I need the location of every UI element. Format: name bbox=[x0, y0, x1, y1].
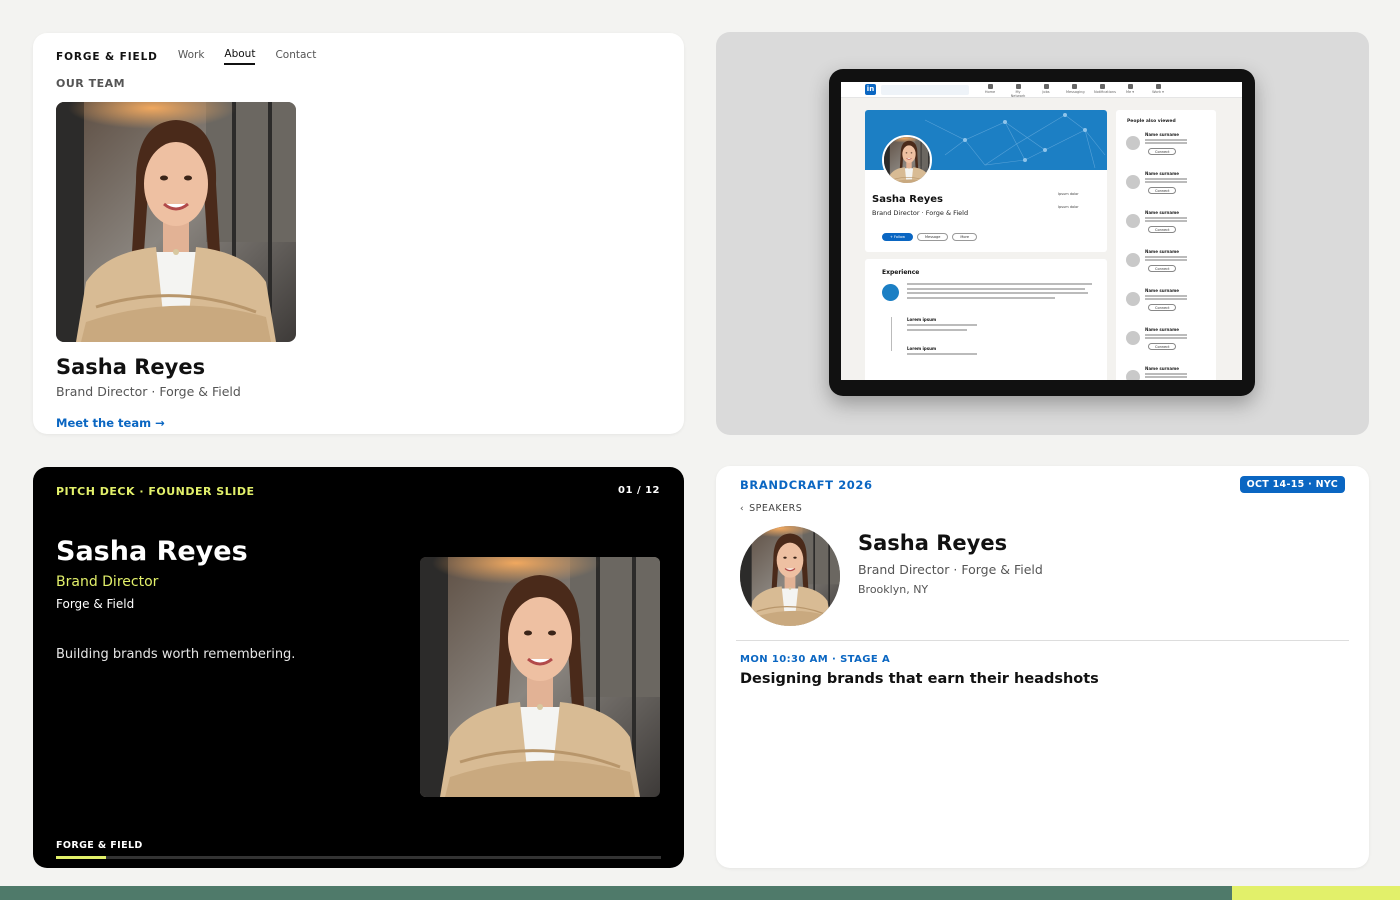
connect-button[interactable]: Connect bbox=[1148, 343, 1177, 350]
nav-work[interactable]: Work bbox=[178, 49, 205, 64]
person-suggestion[interactable]: Name surname Connect bbox=[1126, 327, 1211, 357]
team-page-card: FORGE & FIELD Work About Contact OUR TEA… bbox=[33, 33, 684, 434]
speaker-page-card: BRANDCRAFT 2026 OCT 14-15 · NYC ‹ SPEAKER… bbox=[716, 466, 1369, 868]
deck-footer: FORGE & FIELD bbox=[56, 840, 143, 851]
founder-org: Forge & Field bbox=[56, 597, 135, 611]
profile-headline: Brand Director · Forge & Field bbox=[872, 209, 969, 217]
nav-messaging[interactable]: Messaging bbox=[1066, 84, 1085, 98]
people-also-viewed: People also viewed Name surname Connect N… bbox=[1116, 110, 1216, 380]
session-meta: MON 10:30 AM · STAGE A bbox=[740, 654, 891, 665]
search-input[interactable] bbox=[881, 85, 969, 95]
date-badge: OCT 14-15 · NYC bbox=[1239, 476, 1345, 493]
nav-work[interactable]: Work ▾ bbox=[1150, 84, 1166, 98]
meet-team-link[interactable]: Meet the team → bbox=[56, 416, 165, 430]
deck-eyebrow: PITCH DECK · FOUNDER SLIDE bbox=[56, 485, 255, 498]
connect-button[interactable]: Connect bbox=[1148, 187, 1177, 194]
nav-my-network[interactable]: My Network bbox=[1010, 84, 1026, 98]
tagline: Building brands worth remembering. bbox=[56, 647, 296, 662]
linkedin-topbar: in Home My Network Jobs Messaging Notifi… bbox=[841, 82, 1242, 98]
globe-icon bbox=[882, 284, 899, 301]
text-line bbox=[907, 353, 977, 355]
nav-home[interactable]: Home bbox=[982, 84, 998, 98]
person-suggestion[interactable]: Name surname Connect bbox=[1126, 210, 1211, 240]
person-name: Sasha Reyes bbox=[56, 355, 206, 379]
chevron-left-icon: ‹ bbox=[740, 504, 745, 514]
more-button[interactable]: More bbox=[952, 233, 978, 241]
nav-about[interactable]: About bbox=[224, 48, 256, 65]
connect-button[interactable]: Connect bbox=[1148, 226, 1177, 233]
pitch-deck-card: PITCH DECK · FOUNDER SLIDE 01 / 12 Sasha… bbox=[33, 467, 684, 868]
connect-button[interactable]: Connect bbox=[1148, 304, 1177, 311]
profile-avatar[interactable] bbox=[882, 135, 932, 185]
person-suggestion[interactable]: Name surname Connect bbox=[1126, 288, 1211, 318]
divider bbox=[736, 640, 1349, 641]
profile-side-text: Ipsum dolor bbox=[1058, 192, 1079, 196]
experience-title: Experience bbox=[882, 269, 920, 276]
headshot-photo bbox=[56, 102, 296, 342]
founder-photo bbox=[420, 557, 660, 797]
person-suggestion[interactable]: Name surname Connect bbox=[1126, 249, 1211, 279]
back-to-speakers[interactable]: ‹ SPEAKERS bbox=[740, 503, 802, 514]
text-line bbox=[907, 324, 977, 326]
tablet-device: in Home My Network Jobs Messaging Notifi… bbox=[829, 69, 1255, 396]
connect-button[interactable]: Connect bbox=[1148, 148, 1177, 155]
deck-progress-track bbox=[56, 856, 661, 859]
message-button[interactable]: Message bbox=[917, 233, 949, 241]
nav-notifications[interactable]: Notifications bbox=[1094, 84, 1116, 98]
tablet-screen: in Home My Network Jobs Messaging Notifi… bbox=[841, 82, 1242, 380]
follow-button[interactable]: + Follow bbox=[882, 233, 914, 241]
profile-side-text: Ipsum dolor bbox=[1058, 205, 1079, 209]
back-label: SPEAKERS bbox=[749, 503, 803, 514]
experience-card: Experience Lorem ipsum Lorem ipsum bbox=[865, 259, 1107, 380]
timeline-line bbox=[891, 317, 892, 351]
site-nav: FORGE & FIELD Work About Contact bbox=[56, 48, 336, 65]
linkedin-tablet-card: in Home My Network Jobs Messaging Notifi… bbox=[716, 32, 1369, 435]
brand-logo[interactable]: FORGE & FIELD bbox=[56, 51, 158, 63]
founder-name: Sasha Reyes bbox=[56, 536, 248, 567]
experience-text bbox=[907, 283, 1092, 301]
experience-item: Lorem ipsum bbox=[907, 317, 937, 322]
nav-contact[interactable]: Contact bbox=[275, 49, 316, 64]
person-suggestion[interactable]: Name surname bbox=[1126, 366, 1211, 380]
slide-counter: 01 / 12 bbox=[618, 485, 660, 496]
speaker-role: Brand Director · Forge & Field bbox=[858, 562, 1043, 577]
person-suggestion[interactable]: Name surname Connect bbox=[1126, 171, 1211, 201]
deck-progress-fill bbox=[56, 856, 107, 859]
session-title[interactable]: Designing brands that earn their headsho… bbox=[740, 671, 1099, 687]
linkedin-logo-icon[interactable]: in bbox=[865, 84, 876, 95]
connect-button[interactable]: Connect bbox=[1148, 265, 1177, 272]
nav-me[interactable]: Me ▾ bbox=[1122, 84, 1138, 98]
nav-jobs[interactable]: Jobs bbox=[1038, 84, 1054, 98]
founder-role: Brand Director bbox=[56, 574, 159, 590]
footer-strip-lime bbox=[1232, 886, 1400, 900]
profile-name: Sasha Reyes bbox=[872, 194, 943, 205]
person-suggestion[interactable]: Name surname Connect bbox=[1126, 132, 1211, 162]
conference-title[interactable]: BRANDCRAFT 2026 bbox=[740, 478, 873, 492]
section-label: OUR TEAM bbox=[56, 77, 126, 90]
experience-item: Lorem ipsum bbox=[907, 346, 937, 351]
text-line bbox=[907, 329, 967, 331]
profile-card: Sasha Reyes Brand Director · Forge & Fie… bbox=[865, 110, 1107, 252]
speaker-name: Sasha Reyes bbox=[858, 531, 1008, 555]
person-role: Brand Director · Forge & Field bbox=[56, 384, 241, 399]
footer-strip-green bbox=[0, 886, 1232, 900]
profile-actions: + Follow Message More bbox=[882, 233, 978, 241]
speaker-avatar bbox=[740, 526, 840, 626]
linkedin-nav: Home My Network Jobs Messaging Notificat… bbox=[982, 84, 1166, 98]
sidebar-title: People also viewed bbox=[1127, 119, 1176, 124]
speaker-location: Brooklyn, NY bbox=[858, 583, 929, 596]
